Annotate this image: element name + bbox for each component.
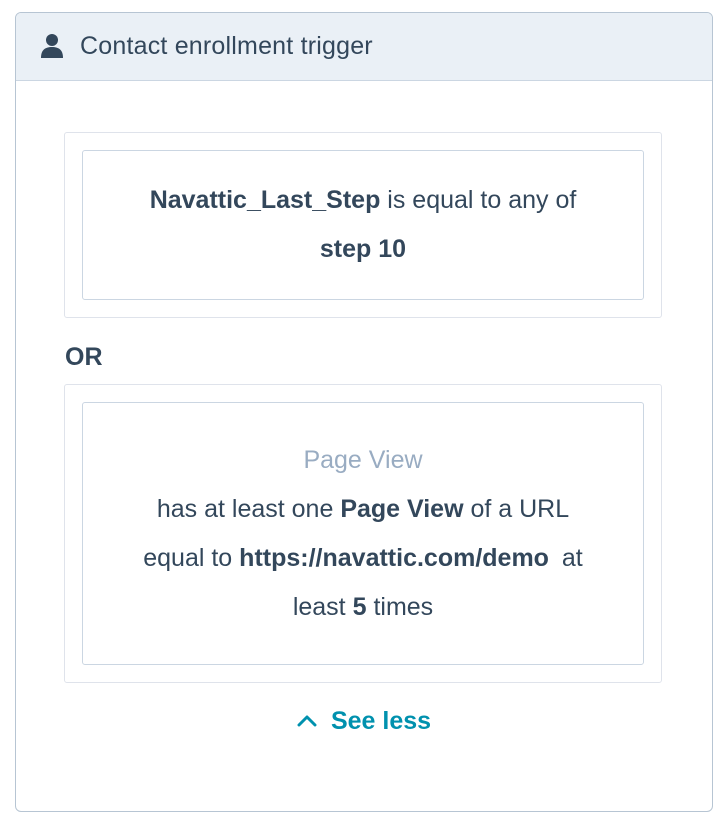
see-less-label: See less — [330, 707, 432, 735]
filter-1-value: step 10 — [319, 235, 407, 263]
person-icon — [40, 33, 64, 59]
see-less-link[interactable]: See less — [16, 705, 712, 736]
filter-2-type-label: Page View — [303, 445, 423, 474]
filter-2-line-1: has at least one Page View of a URL — [157, 485, 569, 534]
filter-2-text-equal: equal to — [143, 543, 233, 572]
filter-2-text-mid: of a URL — [470, 494, 570, 523]
filter-2-text-times: times — [373, 592, 434, 621]
filter-2-text-before: has at least one — [156, 494, 334, 523]
enrollment-trigger-card: Contact enrollment trigger Navattic_Last… — [15, 12, 713, 812]
filter-group-2: Page View has at least one Page View of … — [64, 384, 662, 683]
filter-1-operator: is equal to any of — [387, 186, 577, 214]
filter-1[interactable]: Navattic_Last_Step is equal to any of st… — [82, 150, 644, 300]
filter-1-line-1: Navattic_Last_Step is equal to any of — [150, 176, 577, 225]
filter-2-event: Page View — [340, 494, 464, 523]
card-title: Contact enrollment trigger — [80, 32, 373, 60]
filter-1-line-2: step 10 — [320, 225, 406, 274]
filter-2-line-3: least 5 times — [293, 583, 433, 632]
filter-2-text-least: least — [292, 592, 346, 621]
filter-2-line-2: equal to https://navattic.com/demo at — [143, 534, 583, 583]
filter-2-text-at: at — [561, 543, 583, 572]
chevron-up-icon — [297, 705, 317, 727]
filter-group-1: Navattic_Last_Step is equal to any of st… — [64, 132, 662, 318]
card-header: Contact enrollment trigger — [16, 13, 712, 81]
filter-2[interactable]: Page View has at least one Page View of … — [82, 402, 644, 665]
or-separator: OR — [65, 343, 103, 371]
filter-2-count: 5 — [352, 592, 367, 621]
filter-1-property: Navattic_Last_Step — [149, 186, 381, 214]
filter-2-url: https://navattic.com/demo — [239, 543, 549, 572]
